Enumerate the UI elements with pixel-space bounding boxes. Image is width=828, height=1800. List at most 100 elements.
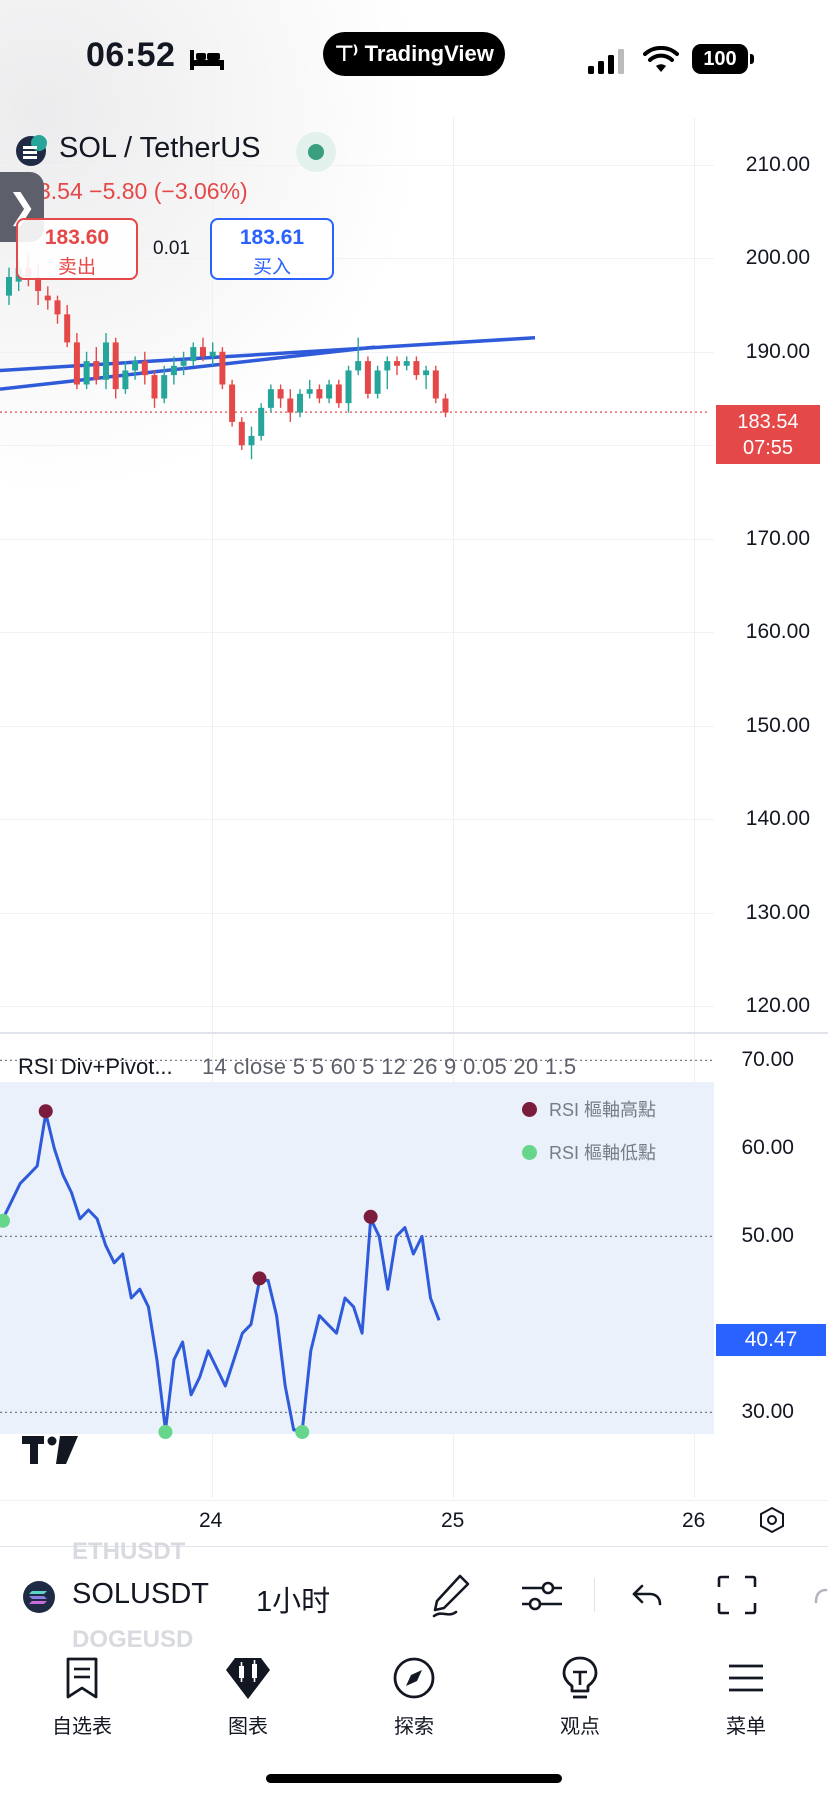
buy-button[interactable]: 183.61 买入 <box>210 218 334 280</box>
tab-ideas[interactable]: 观点 <box>520 1650 640 1739</box>
symbol-title[interactable]: SOL / TetherUS <box>59 132 261 165</box>
tradingview-pill[interactable]: ⊤⁾ TradingView <box>323 32 505 76</box>
buy-label: 买入 <box>252 257 291 278</box>
candle-body[interactable] <box>6 276 12 296</box>
rsi-indicator-title[interactable]: RSI Div+Pivot... <box>18 1054 173 1080</box>
candle-body[interactable] <box>267 389 274 408</box>
candle-body[interactable] <box>316 389 323 399</box>
candle-body[interactable] <box>306 389 313 394</box>
candle-body[interactable] <box>229 384 236 422</box>
symbol-logo-icon <box>14 134 48 168</box>
candle-body[interactable] <box>413 361 420 376</box>
rsi-legend: RSI 樞軸高點 RSI 樞軸低點 <box>522 1096 656 1165</box>
price-axis-label: 120.00 <box>745 994 810 1018</box>
candle-body[interactable] <box>219 351 226 385</box>
tab-menu[interactable]: 菜单 <box>686 1650 806 1739</box>
undo-icon[interactable] <box>630 1580 664 1617</box>
rsi-pivot-high-marker <box>363 1209 378 1224</box>
candle-body[interactable] <box>423 370 430 376</box>
candle-body[interactable] <box>122 370 129 390</box>
candle-body[interactable] <box>103 342 109 380</box>
rsi-line[interactable] <box>1 1111 441 1432</box>
candle-body[interactable] <box>403 361 410 366</box>
candle-body[interactable] <box>277 389 284 399</box>
candle-body[interactable] <box>238 421 245 446</box>
tab-label: 自选表 <box>52 1716 112 1738</box>
redo-icon[interactable] <box>812 1580 828 1617</box>
candle-body[interactable] <box>73 342 80 385</box>
watchlist-icon <box>22 1650 142 1706</box>
last-price-tag: 183.54 07:55 <box>716 405 820 464</box>
candle-body[interactable] <box>132 361 139 371</box>
candle-body[interactable] <box>190 347 197 362</box>
toolbar-symbol[interactable]: SOLUSDT <box>72 1578 209 1611</box>
last-price-value: 183.54 <box>737 411 799 433</box>
price-axis-label: 140.00 <box>745 807 810 831</box>
candle-body[interactable] <box>161 375 168 399</box>
rsi-axis-label: 70.00 <box>741 1048 794 1072</box>
candle-body[interactable] <box>209 351 216 357</box>
candle-body[interactable] <box>394 361 400 366</box>
sell-button[interactable]: 183.60 卖出 <box>16 218 138 280</box>
price-axis-label: 170.00 <box>745 526 810 550</box>
candle-body[interactable] <box>345 370 352 404</box>
candle-body[interactable] <box>141 361 148 376</box>
rsi-current-tag: 40.47 <box>716 1324 826 1356</box>
wifi-icon <box>643 45 679 79</box>
candle-body[interactable] <box>258 407 265 436</box>
ghost-symbol-above: ETHUSDT <box>72 1538 186 1565</box>
candle-body[interactable] <box>112 342 119 390</box>
drawing-pen-icon[interactable] <box>430 1572 474 1623</box>
candle-body[interactable] <box>384 361 391 371</box>
lightbulb-icon <box>520 1650 640 1706</box>
tab-chart[interactable]: 图表 <box>188 1650 308 1739</box>
candle-body[interactable] <box>170 365 177 376</box>
price-axis-label: 130.00 <box>745 900 810 924</box>
tradingview-pill-label: TradingView <box>364 41 494 66</box>
candle-body[interactable] <box>326 384 333 399</box>
candle-body[interactable] <box>442 398 449 413</box>
candle-body[interactable] <box>151 375 158 399</box>
candle-body[interactable] <box>287 398 294 413</box>
tab-watchlist[interactable]: 自选表 <box>22 1650 142 1739</box>
chart-settings-icon[interactable] <box>758 1506 786 1539</box>
time-label: 24 <box>199 1509 223 1532</box>
home-indicator <box>266 1774 562 1783</box>
market-status-dot[interactable] <box>296 132 336 172</box>
candle-body[interactable] <box>364 361 371 394</box>
toolbar-interval[interactable]: 1小时 <box>256 1578 330 1620</box>
sell-label: 卖出 <box>57 257 96 278</box>
candle-body[interactable] <box>297 393 303 413</box>
trendline[interactable] <box>0 335 536 373</box>
rsi-axis-label: 60.00 <box>741 1136 794 1160</box>
candle-body[interactable] <box>64 314 71 343</box>
candle-body[interactable] <box>93 361 100 380</box>
tab-explore[interactable]: 探索 <box>354 1650 474 1739</box>
bar-countdown: 07:55 <box>742 437 794 459</box>
indicators-sliders-icon[interactable] <box>520 1576 564 1621</box>
price-axis-label: 200.00 <box>745 246 810 270</box>
candle-body[interactable] <box>335 384 342 404</box>
candle-body[interactable] <box>180 361 187 366</box>
price-axis-label: 160.00 <box>745 620 810 644</box>
price-axis-label: 190.00 <box>745 339 810 363</box>
tab-label: 观点 <box>560 1716 600 1738</box>
legend-pivot-low: RSI 樞軸低點 <box>522 1139 656 1165</box>
toolbar-symbol-logo-icon[interactable] <box>22 1580 56 1619</box>
candle-body[interactable] <box>200 347 206 357</box>
compass-icon <box>354 1650 474 1706</box>
candle-body[interactable] <box>432 370 439 399</box>
candle-body[interactable] <box>83 361 90 385</box>
candle-body[interactable] <box>248 435 255 446</box>
candle-body[interactable] <box>44 295 51 301</box>
candle-body[interactable] <box>54 300 61 315</box>
price-axis-label: 150.00 <box>745 713 810 737</box>
status-time: 06:52 <box>86 36 176 74</box>
fullscreen-icon[interactable] <box>716 1574 758 1621</box>
toolbar-divider <box>594 1578 595 1612</box>
chart-diamond-icon <box>188 1650 308 1706</box>
candle-body[interactable] <box>374 370 381 394</box>
rsi-axis-label: 30.00 <box>741 1400 794 1424</box>
sleep-bed-icon <box>190 48 224 70</box>
candle-body[interactable] <box>355 361 362 371</box>
